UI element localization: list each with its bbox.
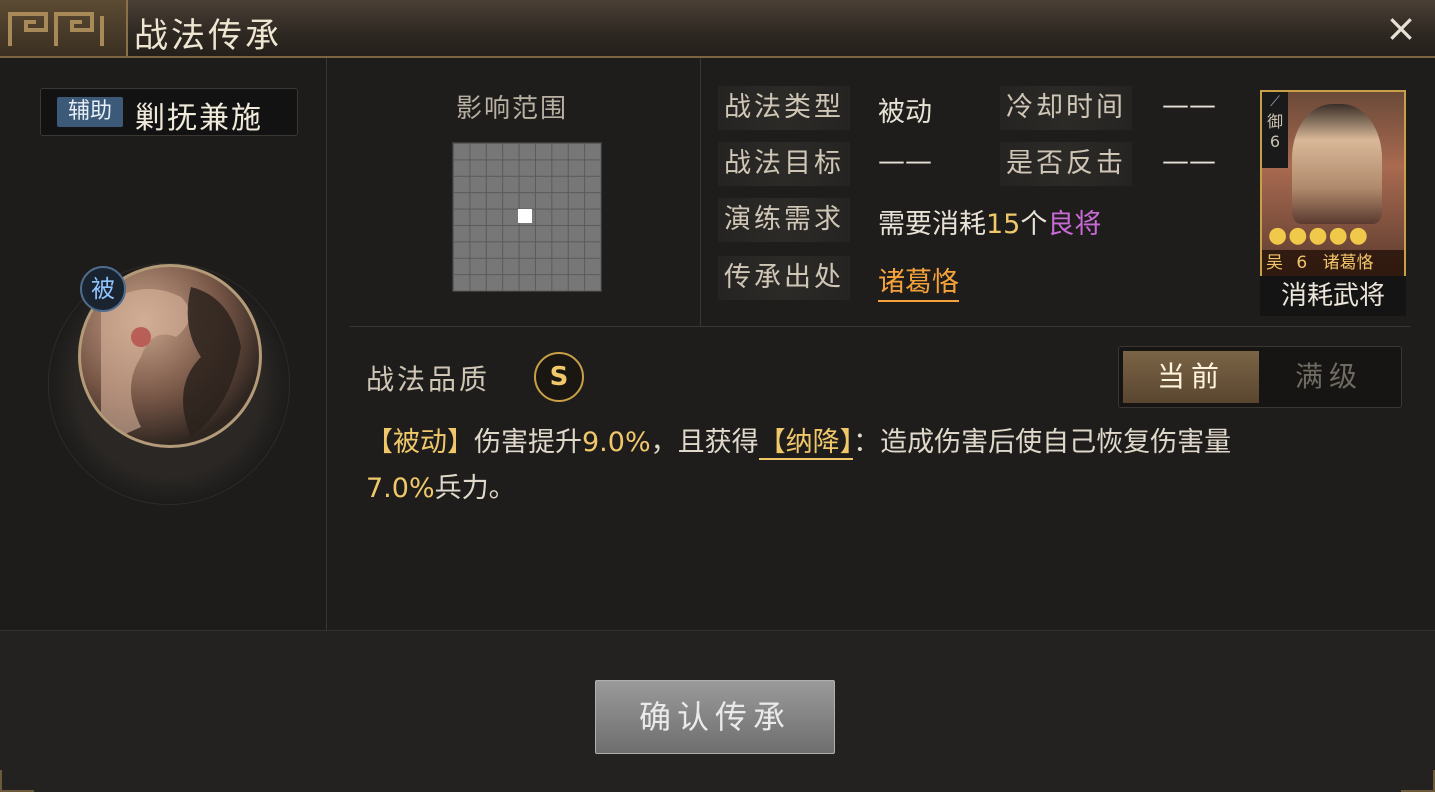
title-ornament-icon xyxy=(0,0,128,56)
corner-ornament-left xyxy=(0,770,34,792)
unit-type-icon: ⟋ xyxy=(1270,94,1280,110)
practice-unit: 个 xyxy=(1020,209,1048,240)
star-row: ●●●●● xyxy=(1268,223,1369,248)
desc-tag-passive: 【被动】 xyxy=(366,427,474,458)
counter-label: 是否反击 xyxy=(1000,142,1132,186)
desc-text-2: ，且获得 xyxy=(650,427,759,458)
counter-value: —— xyxy=(1162,146,1216,177)
type-value: 被动 xyxy=(878,97,932,128)
practice-prefix: 需要消耗 xyxy=(878,209,986,240)
desc-text-1: 伤害提升 xyxy=(474,427,582,458)
desc-text-4: 兵力。 xyxy=(434,473,516,504)
level-toggle: 当前 满级 xyxy=(1118,346,1402,408)
title-bar: 战法传承 × xyxy=(0,0,1435,58)
divider-horizontal xyxy=(350,326,1410,327)
cooldown-value: —— xyxy=(1162,90,1216,121)
action-bar: 确认传承 xyxy=(0,630,1435,792)
general-name: 诸葛恪 xyxy=(1322,253,1374,273)
skill-description: 【被动】伤害提升9.0%，且获得【纳降】：造成伤害后使自己恢复伤害量 7.0%兵力… xyxy=(366,420,1376,512)
level-max-button[interactable]: 满级 xyxy=(1261,351,1397,403)
source-label: 传承出处 xyxy=(718,256,850,300)
practice-item: 良将 xyxy=(1047,209,1102,240)
quality-label: 战法品质 xyxy=(366,363,491,396)
practice-count: 15 xyxy=(986,209,1021,240)
skill-name: 剿抚兼施 xyxy=(135,101,263,136)
target-label: 战法目标 xyxy=(718,142,850,186)
target-value: —— xyxy=(878,146,932,177)
window-title: 战法传承 xyxy=(134,16,282,56)
practice-value: 需要消耗15个良将 xyxy=(878,202,1101,241)
detail-panel: 影响范围 战法类型 被动 冷却时间 —— 战法目标 —— 是否反击 —— 演练需… xyxy=(328,58,1435,630)
close-icon[interactable]: × xyxy=(1381,8,1421,48)
divider-vertical xyxy=(700,58,701,326)
unit-level: 6 xyxy=(1269,132,1281,151)
quality-grade-badge: S xyxy=(534,352,584,402)
practice-label: 演练需求 xyxy=(718,198,850,242)
card-footer: 吴 6 诸葛恪 xyxy=(1262,250,1404,276)
desc-text-3: ：造成伤害后使自己恢复伤害量 xyxy=(853,427,1232,458)
faction: 吴 xyxy=(1266,253,1283,273)
cooldown-label: 冷却时间 xyxy=(1000,86,1132,130)
general-card[interactable]: ⟋ 御 6 ●●●●● 吴 6 诸葛恪 xyxy=(1260,90,1406,280)
cost: 6 xyxy=(1296,253,1308,273)
level-current-button[interactable]: 当前 xyxy=(1123,351,1259,403)
corner-ornament-right xyxy=(1401,770,1435,792)
confirm-inherit-button[interactable]: 确认传承 xyxy=(595,680,835,754)
unit-type: 御 xyxy=(1266,112,1283,131)
info-row-target: 战法目标 —— 是否反击 —— xyxy=(718,142,1238,186)
info-row-source: 传承出处 诸葛恪 xyxy=(718,256,1238,302)
skill-panel: 辅助 剿抚兼施 被 xyxy=(0,58,327,630)
info-row-type: 战法类型 被动 冷却时间 —— xyxy=(718,86,1238,130)
source-link[interactable]: 诸葛恪 xyxy=(878,267,959,302)
desc-num-1: 9.0% xyxy=(582,427,651,458)
skill-type-tag: 辅助 xyxy=(57,97,123,127)
passive-badge: 被 xyxy=(80,266,126,312)
range-center-cell xyxy=(518,209,532,223)
general-portrait-icon xyxy=(1292,104,1382,224)
type-label: 战法类型 xyxy=(718,86,850,130)
skill-name-box: 辅助 剿抚兼施 xyxy=(40,88,298,136)
desc-tag-surrender[interactable]: 【纳降】 xyxy=(758,427,854,460)
card-caption: 消耗武将 xyxy=(1260,276,1406,316)
desc-num-2: 7.0% xyxy=(366,473,435,504)
info-row-practice: 演练需求 需要消耗15个良将 xyxy=(718,198,1238,242)
range-label: 影响范围 xyxy=(456,94,569,124)
unit-type-badge: ⟋ 御 6 xyxy=(1262,92,1288,168)
